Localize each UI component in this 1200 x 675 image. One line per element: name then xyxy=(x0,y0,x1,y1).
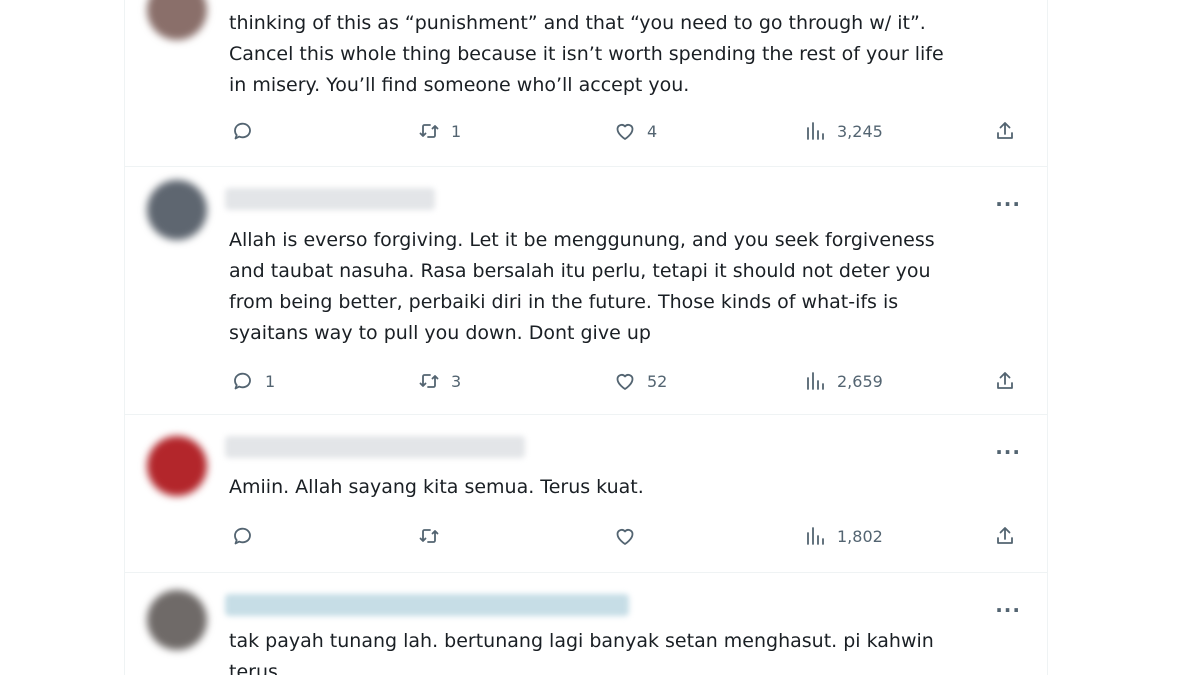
view-count: 1,802 xyxy=(837,526,883,546)
tweet-text: thinking of this as “punishment” and tha… xyxy=(229,12,944,96)
more-options-icon[interactable]: ··· xyxy=(995,442,1021,462)
tweet-4[interactable]: ··· tak payah tunang lah. bertunang lagi… xyxy=(125,572,1047,675)
reply-button[interactable] xyxy=(231,116,265,146)
share-button[interactable] xyxy=(993,366,1017,396)
tweet-text: tak payah tunang lah. bertunang lagi ban… xyxy=(229,630,934,675)
share-icon xyxy=(997,527,1013,544)
reply-count: 1 xyxy=(265,371,276,391)
reply-button[interactable]: 1 xyxy=(231,366,275,396)
username-redacted xyxy=(225,594,629,616)
like-count: 4 xyxy=(647,121,658,141)
tweet-text: Allah is everso forgiving. Let it be men… xyxy=(229,229,935,344)
retweet-button[interactable] xyxy=(417,521,451,551)
retweet-count: 3 xyxy=(451,371,462,391)
like-count: 52 xyxy=(647,371,668,391)
tweet-2[interactable]: ··· Allah is everso forgiving. Let it be… xyxy=(125,166,1047,415)
like-button[interactable] xyxy=(613,521,647,551)
tweet-actions: 1,802 xyxy=(229,521,1029,551)
share-icon xyxy=(997,122,1013,139)
retweet-count: 1 xyxy=(451,121,462,141)
heart-icon xyxy=(616,124,634,140)
more-options-icon[interactable]: ··· xyxy=(995,194,1021,214)
tweet-actions: 1 4 3,245 xyxy=(229,116,1029,146)
more-options-icon[interactable]: ··· xyxy=(995,600,1021,620)
retweet-icon xyxy=(419,374,439,388)
avatar[interactable] xyxy=(147,436,207,496)
reply-button[interactable] xyxy=(231,521,265,551)
views-button[interactable]: 2,659 xyxy=(803,366,883,396)
views-chart-icon xyxy=(807,372,824,390)
like-button[interactable]: 4 xyxy=(613,116,657,146)
reply-icon xyxy=(234,122,251,140)
reply-thread: thinking of this as “punishment” and tha… xyxy=(124,0,1048,675)
username-redacted xyxy=(225,188,435,210)
tweet-text: Amiin. Allah sayang kita semua. Terus ku… xyxy=(229,476,644,498)
tweet-3[interactable]: ··· Amiin. Allah sayang kita semua. Teru… xyxy=(125,414,1047,573)
retweet-icon xyxy=(419,529,439,543)
heart-icon xyxy=(616,529,634,545)
tweet-1[interactable]: thinking of this as “punishment” and tha… xyxy=(125,0,1047,167)
like-button[interactable]: 52 xyxy=(613,366,667,396)
reply-icon xyxy=(234,372,251,390)
views-button[interactable]: 1,802 xyxy=(803,521,883,551)
views-chart-icon xyxy=(807,122,824,140)
views-button[interactable]: 3,245 xyxy=(803,116,883,146)
view-count: 3,245 xyxy=(837,121,883,141)
avatar[interactable] xyxy=(147,180,207,240)
username-redacted xyxy=(225,436,525,458)
share-icon xyxy=(997,372,1013,389)
share-button[interactable] xyxy=(993,116,1017,146)
avatar[interactable] xyxy=(147,0,207,40)
view-count: 2,659 xyxy=(837,371,883,391)
heart-icon xyxy=(616,374,634,390)
retweet-button[interactable]: 1 xyxy=(417,116,461,146)
reply-icon xyxy=(234,527,251,545)
retweet-icon xyxy=(419,124,439,138)
avatar[interactable] xyxy=(147,590,207,650)
share-button[interactable] xyxy=(993,521,1017,551)
retweet-button[interactable]: 3 xyxy=(417,366,461,396)
tweet-actions: 1 3 52 2,659 xyxy=(229,366,1029,396)
views-chart-icon xyxy=(807,527,824,545)
